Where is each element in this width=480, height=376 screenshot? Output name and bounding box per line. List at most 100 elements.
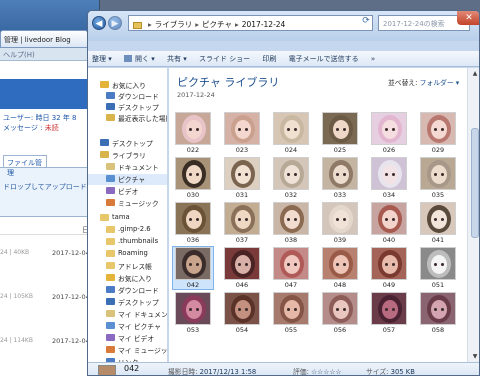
thumbnail-032[interactable]: 032 [271, 157, 311, 199]
open-button[interactable]: 開く ▾ [123, 54, 155, 64]
file-size-value: 305 KB [390, 368, 415, 376]
thumbnail-041[interactable]: 041 [418, 202, 458, 244]
date-column-header[interactable]: 日時 [0, 223, 99, 235]
thumbnail-026[interactable]: 026 [369, 112, 409, 154]
nav-item-19[interactable]: マイ ドキュメント [88, 309, 167, 320]
organize-button[interactable]: 整理 ▾ [92, 54, 112, 64]
thumbnail-037[interactable]: 037 [222, 202, 262, 244]
thumbnail-022[interactable]: 022 [173, 112, 213, 154]
print-button[interactable]: 印刷 [262, 54, 276, 64]
nav-item-label: 最近表示した場所 [118, 115, 168, 123]
nav-item-label: デスクトップ [112, 140, 153, 148]
nav-item-21[interactable]: マイ ビデオ [88, 333, 167, 344]
user-link[interactable]: 時日 [35, 114, 49, 122]
thumbnail-023[interactable]: 023 [222, 112, 262, 154]
upload-row[interactable]: 24 | 105KB 2017-12-04 0 [0, 285, 99, 309]
thumbnail-030[interactable]: 030 [173, 157, 213, 199]
nav-item-label: tama [112, 213, 130, 221]
nav-item-12[interactable]: .gimp-2.6 [88, 225, 167, 236]
nav-item-16[interactable]: お気に入り [88, 273, 167, 284]
nav-item-15[interactable]: アドレス帳 [88, 261, 167, 272]
thumbnail-046[interactable]: 046 [222, 247, 262, 289]
scroll-up-arrow[interactable]: ▲ [471, 70, 479, 77]
thumbnail-035[interactable]: 035 [418, 157, 458, 199]
photo-thumbnail [420, 292, 456, 325]
upload-drop-zone[interactable]: ドロップしてアップロード ま [0, 167, 99, 217]
nav-item-20[interactable]: マイ ピクチャ [88, 321, 167, 332]
nav-item-1[interactable]: ダウンロード [88, 91, 167, 102]
thumbnail-055[interactable]: 055 [271, 292, 311, 334]
thumbnail-048[interactable]: 048 [320, 247, 360, 289]
thumbnail-033[interactable]: 033 [320, 157, 360, 199]
browser-tab[interactable]: 管理 | livedoor Blog [0, 30, 88, 48]
thumbnail-036[interactable]: 036 [173, 202, 213, 244]
vertical-scrollbar[interactable]: ▲ ▼ [467, 68, 479, 375]
thumbnail-029[interactable]: 029 [418, 112, 458, 154]
thumbnail-031[interactable]: 031 [222, 157, 262, 199]
thumbnail-039[interactable]: 039 [320, 202, 360, 244]
arrange-by[interactable]: 並べ替え: フォルダー ▾ [388, 77, 459, 87]
thumbnail-040[interactable]: 040 [369, 202, 409, 244]
thumbnail-051[interactable]: 051 [418, 247, 458, 289]
nav-item-11[interactable]: tama [88, 213, 167, 224]
address-bar[interactable]: ▸ ライブラリ ▸ ピクチャ ▸ 2017-12-24 [128, 15, 373, 31]
message-link[interactable]: メッセージ : [3, 124, 42, 132]
thumbnail-042[interactable]: 042 [172, 246, 214, 290]
share-button[interactable]: 共有 ▾ [167, 54, 187, 64]
nav-item-13[interactable]: .thumbnails [88, 237, 167, 248]
nav-item-5[interactable]: デスクトップ [88, 138, 167, 149]
more-button[interactable]: » [371, 55, 375, 63]
nav-item-9[interactable]: ビデオ [88, 186, 167, 197]
thumbnail-056[interactable]: 056 [320, 292, 360, 334]
thumbnail-label: 024 [284, 146, 298, 154]
thumbnail-053[interactable]: 053 [173, 292, 213, 334]
nav-item-14[interactable]: Roaming [88, 249, 167, 260]
refresh-icon[interactable]: ⟳ [360, 16, 372, 28]
forward-button[interactable]: ▶ [108, 16, 122, 30]
photo-thumbnail [322, 202, 358, 235]
thumbnail-058[interactable]: 058 [418, 292, 458, 334]
rating[interactable]: 評価: ☆☆☆☆☆ [293, 366, 342, 375]
thumbnail-024[interactable]: 024 [271, 112, 311, 154]
crumb-library[interactable]: ライブラリ [155, 20, 193, 29]
nav-item-label: ビデオ [118, 188, 139, 196]
nav-item-2[interactable]: デスクトップ [88, 102, 167, 113]
email-button[interactable]: 電子メールで送信する [289, 54, 359, 64]
nav-item-10[interactable]: ミュージック [88, 198, 167, 209]
scroll-down-arrow[interactable]: ▼ [471, 353, 479, 360]
crumb-folder[interactable]: 2017-12-24 [242, 20, 286, 29]
crumb-pictures[interactable]: ピクチャ [202, 20, 232, 29]
thumbnail-038[interactable]: 038 [271, 202, 311, 244]
thumbnail-049[interactable]: 049 [369, 247, 409, 289]
rating-stars[interactable]: ☆☆☆☆☆ [311, 368, 341, 375]
folder-icon [106, 274, 115, 281]
file-manager-tab[interactable]: ファイル管理 [3, 155, 47, 177]
back-button[interactable]: ◀ [92, 16, 106, 30]
upload-row[interactable]: 24 | 40KB 2017-12-04 0 [0, 241, 99, 265]
nav-item-7[interactable]: ドキュメント [88, 162, 167, 173]
thumbnail-label: 054 [235, 326, 249, 334]
close-button[interactable]: ✕ [457, 11, 479, 25]
navigation-pane: お気に入り ダウンロード デスクトップ 最近表示した場所 デスクトップ ライブラリ ドキュメ… [88, 68, 168, 375]
thumbnail-025[interactable]: 025 [320, 112, 360, 154]
scroll-thumb[interactable] [471, 128, 479, 238]
thumbnail-054[interactable]: 054 [222, 292, 262, 334]
nav-item-3[interactable]: 最近表示した場所 [88, 113, 168, 124]
thumbnail-047[interactable]: 047 [271, 247, 311, 289]
thumbnail-034[interactable]: 034 [369, 157, 409, 199]
slideshow-button[interactable]: スライド ショー [199, 54, 250, 64]
open-icon [123, 55, 132, 62]
user-label: ユーザー: [3, 114, 34, 122]
nav-item-label: マイ ピクチャ [118, 323, 161, 331]
nav-item-0[interactable]: お気に入り [88, 80, 167, 91]
help-menu[interactable]: ヘルプ(H) [0, 48, 99, 61]
nav-item-18[interactable]: デスクトップ [88, 297, 167, 308]
nav-item-6[interactable]: ライブラリ [88, 150, 167, 161]
upload-row[interactable]: 24 | 114KB 2017-12-04 0 [0, 329, 99, 353]
thumbnail-057[interactable]: 057 [369, 292, 409, 334]
search-placeholder: 2017-12-24の検索 [383, 20, 445, 28]
nav-item-17[interactable]: ダウンロード [88, 285, 167, 296]
nav-item-8[interactable]: ピクチャ [88, 174, 167, 185]
nav-item-22[interactable]: マイ ミュージック [88, 345, 167, 356]
arrange-value[interactable]: フォルダー ▾ [420, 79, 460, 87]
